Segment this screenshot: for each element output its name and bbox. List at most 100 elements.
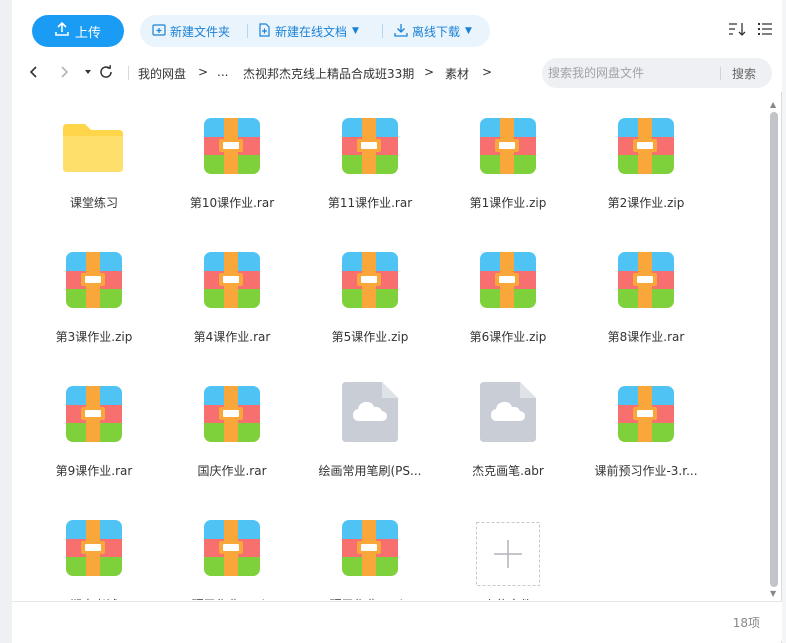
file-item[interactable]: 预习作业-2.zip: [301, 502, 439, 600]
item-count: 18项: [732, 616, 760, 630]
chevron-down-icon: ▼: [465, 26, 472, 36]
file-name: 绘画常用笔刷(PS...: [318, 464, 422, 478]
file-item[interactable]: 绘画常用笔刷(PS...: [301, 368, 439, 488]
breadcrumb-folder[interactable]: 杰视邦杰克线上精品合成班33期: [243, 65, 414, 82]
add-icon: [476, 522, 540, 586]
toolbar: 上传 新建文件夹 新建在线文档 ▼ 离线下载 ▼: [12, 0, 782, 54]
breadcrumb-ellipsis[interactable]: ...: [217, 65, 228, 79]
action-group: 新建文件夹 新建在线文档 ▼ 离线下载 ▼: [140, 15, 490, 47]
cloud-file-icon: [480, 382, 536, 442]
search-divider: [720, 67, 721, 80]
file-item[interactable]: 课前预习作业-3.r...: [577, 368, 715, 488]
file-name: 课堂练习: [69, 196, 118, 210]
archive-icon: [66, 252, 122, 308]
file-name: 第1课作业.zip: [469, 196, 547, 210]
file-name: 第5课作业.zip: [331, 330, 409, 344]
netdisk-window: 上传 新建文件夹 新建在线文档 ▼ 离线下载 ▼ 我的网盘 > ... 杰视邦杰…: [0, 0, 786, 643]
file-name: 预习作业-1.zip: [163, 596, 301, 600]
file-name: 第6课作业.zip: [469, 330, 547, 344]
file-name: 第9课作业.rar: [55, 464, 133, 478]
nav-divider: [128, 66, 129, 80]
pill-divider: [382, 24, 383, 38]
breadcrumb-separator: >: [198, 65, 209, 79]
file-item[interactable]: 第5课作业.zip: [301, 234, 439, 354]
upload-icon: [55, 21, 69, 40]
search-input[interactable]: [548, 62, 718, 84]
file-name: 第8课作业.rar: [607, 330, 685, 344]
list-view-icon[interactable]: [758, 21, 772, 35]
file-browser: 上传 新建文件夹 新建在线文档 ▼ 离线下载 ▼ 我的网盘 > ... 杰视邦杰…: [12, 0, 782, 643]
file-item[interactable]: 第1课作业.zip: [439, 100, 577, 220]
file-name: 预习作业-2.zip: [301, 596, 439, 600]
archive-icon: [342, 118, 398, 174]
file-grid: 课堂练习 第10课作业.rar 第11课作业.rar 第1课作业.zip 第2课作业.z…: [12, 100, 767, 600]
scroll-down-icon[interactable]: ▼: [770, 589, 776, 598]
breadcrumb-separator: >: [424, 65, 435, 79]
file-name: 杰克画笔.abr: [472, 464, 544, 478]
file-item[interactable]: 第2课作业.zip: [577, 100, 715, 220]
forward-icon[interactable]: [56, 64, 72, 80]
file-name: 国庆作业.rar: [197, 464, 267, 478]
scroll-up-icon[interactable]: ▲: [770, 100, 776, 109]
folder-item[interactable]: 课堂练习: [25, 100, 163, 220]
archive-icon: [618, 252, 674, 308]
offline-download-label: 离线下载: [412, 24, 461, 39]
new-folder-label: 新建文件夹: [170, 24, 231, 39]
sort-icon[interactable]: [728, 21, 746, 36]
new-folder-button[interactable]: 新建文件夹: [152, 15, 230, 47]
file-name: 第3课作业.zip: [55, 330, 133, 344]
file-item[interactable]: 预习作业-1.zip: [163, 502, 301, 600]
archive-icon: [618, 118, 674, 174]
breadcrumb-root[interactable]: 我的网盘: [138, 65, 186, 82]
folder-icon: [63, 122, 123, 178]
upload-file-tile[interactable]: 上传文件: [439, 502, 577, 600]
breadcrumb-current[interactable]: 素材: [445, 65, 469, 82]
search-box: 搜索: [542, 58, 772, 88]
back-icon[interactable]: [26, 64, 42, 80]
history-dropdown-icon[interactable]: [80, 64, 96, 80]
file-item[interactable]: 国庆作业.rar: [163, 368, 301, 488]
archive-icon: [342, 252, 398, 308]
file-name: 上传文件: [439, 596, 577, 600]
file-item[interactable]: 期中考试: [25, 502, 163, 600]
archive-icon: [204, 252, 260, 308]
status-bar: 18项: [12, 601, 782, 641]
file-name: 第4课作业.rar: [193, 330, 271, 344]
archive-icon: [204, 386, 260, 442]
file-item[interactable]: 第8课作业.rar: [577, 234, 715, 354]
file-item[interactable]: 第9课作业.rar: [25, 368, 163, 488]
vertical-scrollbar[interactable]: ▲ ▼: [769, 100, 779, 600]
pill-divider: [247, 24, 248, 38]
new-doc-label: 新建在线文档: [275, 24, 348, 39]
file-item[interactable]: 第10课作业.rar: [163, 100, 301, 220]
chevron-down-icon: ▼: [352, 26, 359, 36]
search-button[interactable]: 搜索: [732, 65, 756, 82]
archive-icon: [618, 386, 674, 442]
left-edge-strip: [0, 0, 12, 643]
refresh-icon[interactable]: [98, 64, 114, 80]
offline-download-button[interactable]: 离线下载 ▼: [394, 15, 472, 47]
upload-button[interactable]: 上传: [32, 15, 124, 47]
file-name: 第10课作业.rar: [189, 196, 275, 210]
cloud-file-icon: [342, 382, 398, 442]
file-name: 第2课作业.zip: [607, 196, 685, 210]
breadcrumb-separator: >: [482, 65, 493, 79]
archive-icon: [342, 520, 398, 576]
file-item[interactable]: 第11课作业.rar: [301, 100, 439, 220]
file-name: 课前预习作业-3.r...: [594, 464, 698, 478]
archive-icon: [66, 386, 122, 442]
scroll-thumb[interactable]: [770, 112, 778, 587]
navigation-bar: 我的网盘 > ... 杰视邦杰克线上精品合成班33期 > 素材 > 搜索: [12, 54, 782, 92]
file-item[interactable]: 第4课作业.rar: [163, 234, 301, 354]
file-name: 期中考试: [25, 596, 163, 600]
file-item[interactable]: 第6课作业.zip: [439, 234, 577, 354]
download-icon: [394, 23, 408, 40]
file-item[interactable]: 杰克画笔.abr: [439, 368, 577, 488]
file-name: 第11课作业.rar: [327, 196, 413, 210]
archive-icon: [204, 118, 260, 174]
archive-icon: [204, 520, 260, 576]
archive-icon: [480, 118, 536, 174]
file-item[interactable]: 第3课作业.zip: [25, 234, 163, 354]
new-folder-icon: [152, 23, 166, 40]
new-online-doc-button[interactable]: 新建在线文档 ▼: [257, 15, 359, 47]
